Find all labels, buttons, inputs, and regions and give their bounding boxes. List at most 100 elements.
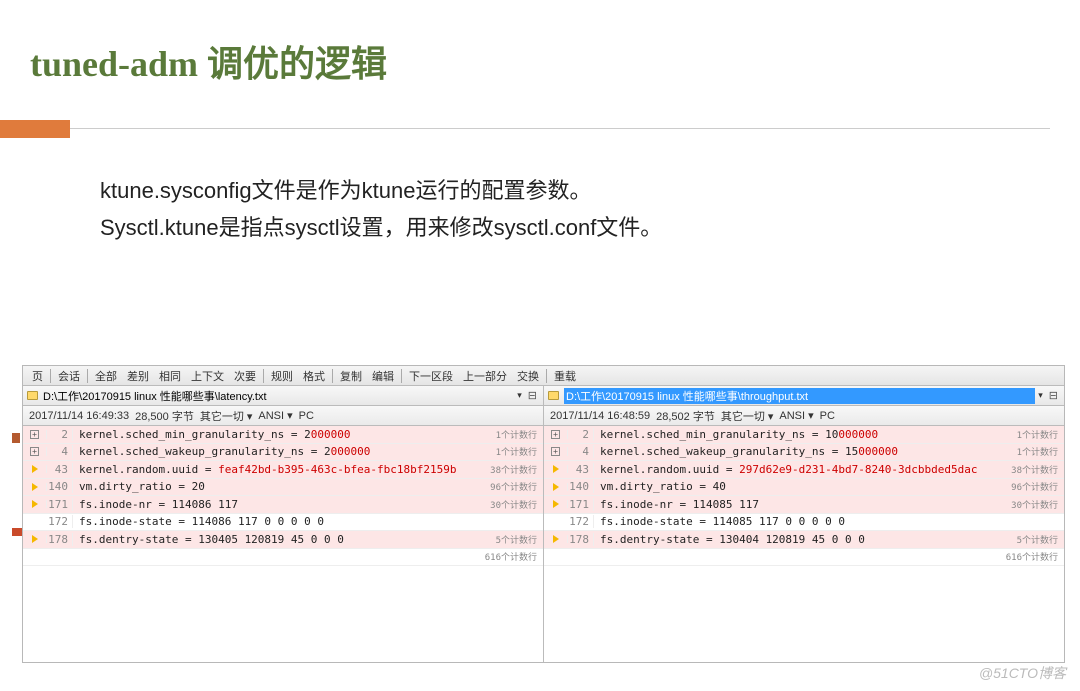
arrow-right-icon xyxy=(553,500,559,508)
title-underline xyxy=(70,128,1050,129)
diff-row[interactable]: +2kernel.sched_min_granularity_ns = 1000… xyxy=(544,426,1064,444)
path-dropdown-icon[interactable]: ▾ xyxy=(517,390,522,401)
file-path[interactable]: D:\工作\20170915 linux 性能哪些事\throughput.tx… xyxy=(564,388,1035,404)
arrow-right-icon xyxy=(553,465,559,473)
toolbar-item[interactable]: 差别 xyxy=(122,368,154,384)
status-date: 2017/11/14 16:49:33 xyxy=(29,410,129,422)
line-number: 43 xyxy=(568,463,594,476)
diff-row[interactable]: +4kernel.sched_wakeup_granularity_ns = 2… xyxy=(23,444,543,462)
pane-close-icon[interactable]: ⊟ xyxy=(528,389,537,402)
diff-row[interactable]: 172fs.inode-state = 114086 117 0 0 0 0 0 xyxy=(23,514,543,532)
diff-row[interactable]: 178fs.dentry-state = 130405 120819 45 0 … xyxy=(23,531,543,549)
path-dropdown-icon[interactable]: ▾ xyxy=(1038,390,1043,401)
accent-bar xyxy=(0,120,70,138)
row-text: fs.dentry-state = 130404 120819 45 0 0 0 xyxy=(594,533,865,546)
left-rail xyxy=(12,365,22,663)
line-number: 140 xyxy=(47,480,73,493)
toolbar-item[interactable]: 规则 xyxy=(266,368,298,384)
row-marker: 616个计数行 xyxy=(485,550,537,563)
toolbar-item[interactable]: 页 xyxy=(27,368,48,384)
row-marker: 5个计数行 xyxy=(496,533,537,546)
row-gutter: + xyxy=(544,447,568,456)
diff-row[interactable]: +2kernel.sched_min_granularity_ns = 2000… xyxy=(23,426,543,444)
line-number: 2 xyxy=(568,428,594,441)
toolbar-separator xyxy=(87,369,88,383)
expand-icon[interactable]: + xyxy=(551,430,560,439)
diff-highlight: 297d62e9-d231-4bd7-8240-3dcbbded5dac xyxy=(739,463,977,476)
diff-row[interactable]: 178fs.dentry-state = 130404 120819 45 0 … xyxy=(544,531,1064,549)
diff-row[interactable]: +4kernel.sched_wakeup_granularity_ns = 1… xyxy=(544,444,1064,462)
row-marker: 96个计数行 xyxy=(1011,480,1058,493)
slide-title: tuned-adm 调优的逻辑 xyxy=(0,0,1080,87)
row-marker: 30个计数行 xyxy=(490,498,537,511)
toolbar-item[interactable]: 交换 xyxy=(512,368,544,384)
row-gutter xyxy=(544,465,568,473)
diff-rows: +2kernel.sched_min_granularity_ns = 1000… xyxy=(544,426,1064,662)
row-text: fs.inode-nr = 114086 117 xyxy=(73,498,238,511)
pane-close-icon[interactable]: ⊟ xyxy=(1049,389,1058,402)
line-number: 178 xyxy=(47,533,73,546)
toolbar-item[interactable]: 上一部分 xyxy=(458,368,512,384)
status-other[interactable]: 其它一切 ▾ xyxy=(721,408,774,424)
right-pane: D:\工作\20170915 linux 性能哪些事\throughput.tx… xyxy=(544,386,1064,662)
diff-row[interactable]: 43kernel.random.uuid = 297d62e9-d231-4bd… xyxy=(544,461,1064,479)
row-gutter xyxy=(23,483,47,491)
row-text: fs.inode-state = 114086 117 0 0 0 0 0 xyxy=(73,515,324,528)
toolbar-item[interactable]: 下一区段 xyxy=(404,368,458,384)
pane-path-bar[interactable]: D:\工作\20170915 linux 性能哪些事\throughput.tx… xyxy=(544,386,1064,406)
row-marker: 96个计数行 xyxy=(490,480,537,493)
expand-icon[interactable]: + xyxy=(30,430,39,439)
toolbar-item[interactable]: 格式 xyxy=(298,368,330,384)
status-enc[interactable]: ANSI ▾ xyxy=(779,409,813,422)
file-path[interactable]: D:\工作\20170915 linux 性能哪些事\latency.txt xyxy=(43,388,514,404)
row-gutter: + xyxy=(23,430,47,439)
row-marker: 38个计数行 xyxy=(490,463,537,476)
row-marker: 616个计数行 xyxy=(1006,550,1058,563)
row-text: kernel.sched_min_granularity_ns = 200000… xyxy=(73,428,351,441)
expand-icon[interactable]: + xyxy=(30,447,39,456)
status-enc[interactable]: ANSI ▾ xyxy=(258,409,292,422)
line-number: 172 xyxy=(568,515,594,528)
diff-row[interactable]: 171fs.inode-nr = 114086 117 30个计数行 xyxy=(23,496,543,514)
row-marker: 30个计数行 xyxy=(1011,498,1058,511)
row-gutter xyxy=(23,535,47,543)
toolbar-item[interactable]: 编辑 xyxy=(367,368,399,384)
row-gutter xyxy=(544,500,568,508)
expand-icon[interactable]: + xyxy=(551,447,560,456)
row-gutter xyxy=(544,535,568,543)
toolbar-separator xyxy=(332,369,333,383)
row-text: vm.dirty_ratio = 40 xyxy=(594,480,726,493)
diff-row[interactable]: 140vm.dirty_ratio = 20 96个计数行 xyxy=(23,479,543,497)
toolbar-item[interactable]: 全部 xyxy=(90,368,122,384)
arrow-right-icon xyxy=(32,465,38,473)
toolbar-item[interactable]: 相同 xyxy=(154,368,186,384)
row-gutter xyxy=(544,483,568,491)
toolbar-item[interactable]: 上下文 xyxy=(186,368,229,384)
row-text: kernel.sched_wakeup_granularity_ns = 200… xyxy=(73,445,370,458)
line-number: 178 xyxy=(568,533,594,546)
toolbar-item[interactable]: 重载 xyxy=(549,368,581,384)
diff-highlight: 000000 xyxy=(311,428,351,441)
line-number: 171 xyxy=(47,498,73,511)
diff-rows: +2kernel.sched_min_granularity_ns = 2000… xyxy=(23,426,543,662)
row-marker: 5个计数行 xyxy=(1017,533,1058,546)
toolbar-item[interactable]: 会话 xyxy=(53,368,85,384)
diff-row[interactable]: 616个计数行 xyxy=(23,549,543,567)
status-other[interactable]: 其它一切 ▾ xyxy=(200,408,253,424)
pane-path-bar[interactable]: D:\工作\20170915 linux 性能哪些事\latency.txt▾ ⊟ xyxy=(23,386,543,406)
row-marker: 38个计数行 xyxy=(1011,463,1058,476)
toolbar-item[interactable]: 次要 xyxy=(229,368,261,384)
toolbar-item[interactable]: 复制 xyxy=(335,368,367,384)
diff-row[interactable]: 140vm.dirty_ratio = 4096个计数行 xyxy=(544,479,1064,497)
line-number: 43 xyxy=(47,463,73,476)
row-text: vm.dirty_ratio = 20 xyxy=(73,480,205,493)
diff-highlight: 000000 xyxy=(331,445,371,458)
diff-row[interactable]: 171fs.inode-nr = 114085 11730个计数行 xyxy=(544,496,1064,514)
diff-row[interactable]: 616个计数行 xyxy=(544,549,1064,567)
title-chinese: 调优的逻辑 xyxy=(198,44,387,84)
body-line-2: Sysctl.ktune是指点sysctl设置，用来修改sysctl.conf文… xyxy=(100,209,1080,246)
diff-row[interactable]: 172fs.inode-state = 114085 117 0 0 0 0 0 xyxy=(544,514,1064,532)
diff-row[interactable]: 43kernel.random.uuid = feaf42bd-b395-463… xyxy=(23,461,543,479)
status-size: 28,500 字节 xyxy=(135,408,194,424)
folder-icon xyxy=(548,391,559,400)
